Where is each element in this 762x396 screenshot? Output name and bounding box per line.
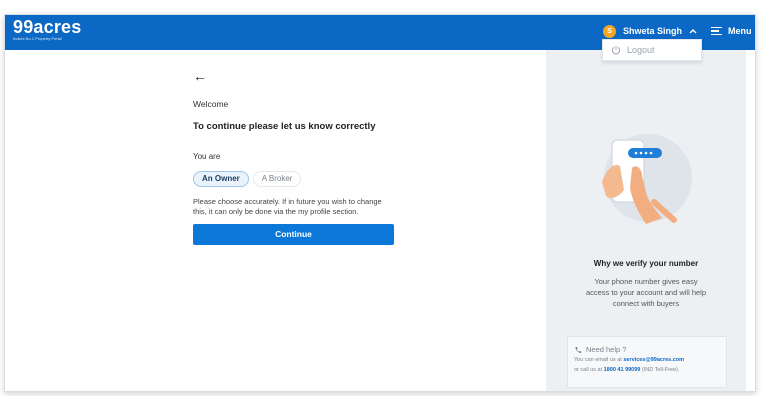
you-are-label: You are — [193, 152, 221, 161]
choice-note: Please choose accurately. If in future y… — [193, 197, 382, 216]
owner-option[interactable]: An Owner — [193, 171, 249, 187]
verify-sidebar: Why we verify your number Your phone num… — [546, 50, 746, 391]
app-window: 99acres India's No.1 Property Portal S S… — [4, 14, 756, 392]
help-email-prefix: You can email us at — [574, 357, 622, 363]
help-phone-suffix: (IND Toll-Free). — [641, 367, 680, 373]
welcome-text: Welcome — [193, 99, 229, 109]
chevron-up-icon — [689, 29, 697, 34]
phone-icon — [575, 346, 582, 353]
logo[interactable]: 99acres India's No.1 Property Portal — [13, 17, 81, 42]
page-title: To continue please let us know correctly — [193, 121, 376, 132]
verify-description: Your phone number gives easy access to y… — [585, 277, 707, 308]
main-content: ← Welcome To continue please let us know… — [193, 69, 399, 245]
logo-text: 99acres — [13, 17, 82, 37]
power-icon — [611, 45, 621, 55]
phone-verification-illustration — [602, 134, 692, 224]
help-email-link[interactable]: services@99acres.com — [623, 357, 684, 363]
role-options: An Owner A Broker — [193, 171, 399, 187]
menu-button[interactable]: Menu — [711, 22, 752, 40]
avatar: S — [603, 24, 616, 38]
help-title: Need help ? — [586, 345, 627, 354]
help-phone-line: or call us at 1800 41 99099 (IND Toll-Fr… — [574, 366, 720, 374]
help-email-line: You can email us at services@99acres.com — [574, 356, 720, 364]
logout-label: Logout — [627, 45, 655, 55]
logout-menu-item[interactable]: Logout — [602, 39, 702, 61]
continue-button[interactable]: Continue — [193, 224, 394, 245]
help-heading: Need help ? — [574, 345, 720, 354]
menu-label: Menu — [728, 26, 752, 36]
help-phone-link[interactable]: 1800 41 99099 — [604, 367, 641, 373]
hamburger-menu-icon — [711, 27, 722, 35]
verify-title: Why we verify your number — [593, 259, 699, 268]
user-menu-toggle[interactable]: S Shweta Singh — [603, 22, 697, 40]
broker-option[interactable]: A Broker — [252, 171, 302, 187]
help-card: Need help ? You can email us at services… — [567, 336, 727, 388]
help-call-prefix: or call us at — [574, 367, 603, 373]
user-name: Shweta Singh — [623, 26, 683, 36]
back-arrow-icon[interactable]: ← — [193, 69, 209, 83]
